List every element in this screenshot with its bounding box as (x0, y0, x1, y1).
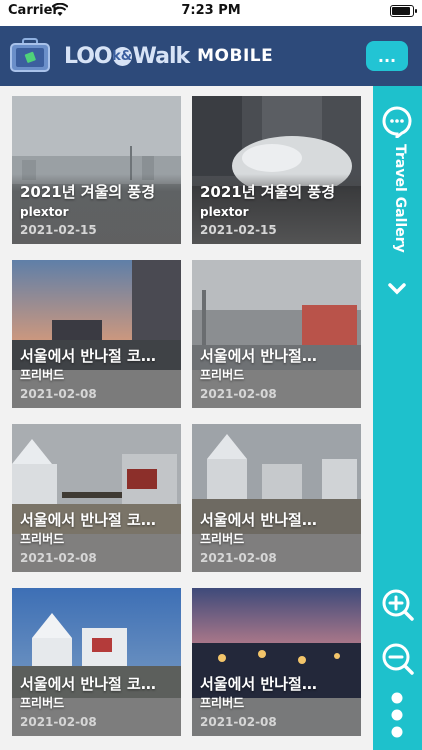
card-author: 프리버드 (20, 368, 65, 382)
logo-walk-text: Walk (132, 43, 190, 69)
panel-title[interactable]: Travel Gallery (392, 144, 408, 253)
gallery-card[interactable]: 서울에서 반나절 코… 프리버드 2021-02-08 (12, 260, 181, 408)
gallery-card[interactable]: 서울에서 반나절… 프리버드 2021-02-08 (192, 424, 361, 572)
card-title: 서울에서 반나절 코… (20, 675, 156, 693)
card-date: 2021-02-08 (200, 551, 277, 565)
card-author: plextor (20, 205, 69, 219)
card-date: 2021-02-08 (20, 715, 97, 729)
card-title: 서울에서 반나절… (200, 675, 317, 693)
zoom-in-icon[interactable] (381, 588, 415, 622)
gallery-card[interactable]: 서울에서 반나절 코… 프리버드 2021-02-08 (12, 424, 181, 572)
card-title: 서울에서 반나절 코… (20, 511, 156, 529)
card-title: 서울에서 반나절 코… (20, 347, 156, 365)
card-date: 2021-02-15 (200, 223, 277, 237)
logo-amp-text: k& (112, 46, 133, 66)
card-title: 서울에서 반나절… (200, 511, 317, 529)
card-author: 프리버드 (20, 532, 65, 546)
zoom-out-icon[interactable] (381, 642, 415, 676)
status-bar: Carrier 7:23 PM (0, 0, 422, 26)
card-date: 2021-02-08 (20, 387, 97, 401)
card-author: 프리버드 (200, 696, 245, 710)
gallery-card[interactable]: 서울에서 반나절… 프리버드 2021-02-08 (192, 588, 361, 736)
gallery-card[interactable]: 서울에서 반나절 코… 프리버드 2021-02-08 (12, 588, 181, 736)
logo-mobile-text: MOBILE (197, 46, 274, 66)
chevron-down-icon[interactable] (387, 282, 407, 296)
luggage-logo-icon (10, 38, 50, 72)
more-vertical-icon[interactable] (391, 692, 403, 738)
card-date: 2021-02-15 (20, 223, 97, 237)
logo-look-text: LOO (64, 43, 113, 69)
gallery-card[interactable]: 2021년 겨울의 풍경 plextor 2021-02-15 (192, 96, 361, 244)
card-date: 2021-02-08 (200, 387, 277, 401)
app-header: LOO k& Walk MOBILE ... (0, 26, 422, 86)
gallery-card[interactable]: 서울에서 반나절… 프리버드 2021-02-08 (192, 260, 361, 408)
gallery-grid: 2021년 겨울의 풍경 plextor 2021-02-15 2021년 겨울… (0, 86, 373, 750)
card-date: 2021-02-08 (200, 715, 277, 729)
menu-button[interactable]: ... (366, 41, 408, 71)
brand-logo: LOO k& Walk MOBILE (64, 41, 273, 71)
gallery-card[interactable]: 2021년 겨울의 풍경 plextor 2021-02-15 (12, 96, 181, 244)
chat-bubble-icon[interactable] (382, 106, 412, 138)
card-author: 프리버드 (20, 696, 65, 710)
card-date: 2021-02-08 (20, 551, 97, 565)
battery-icon (390, 5, 417, 17)
travel-gallery-panel: Travel Gallery (373, 86, 422, 750)
clock: 7:23 PM (181, 3, 241, 18)
card-title: 2021년 겨울의 풍경 (20, 183, 155, 201)
card-author: plextor (200, 205, 249, 219)
card-author: 프리버드 (200, 368, 245, 382)
card-author: 프리버드 (200, 532, 245, 546)
card-title: 서울에서 반나절… (200, 347, 317, 365)
card-title: 2021년 겨울의 풍경 (200, 183, 335, 201)
